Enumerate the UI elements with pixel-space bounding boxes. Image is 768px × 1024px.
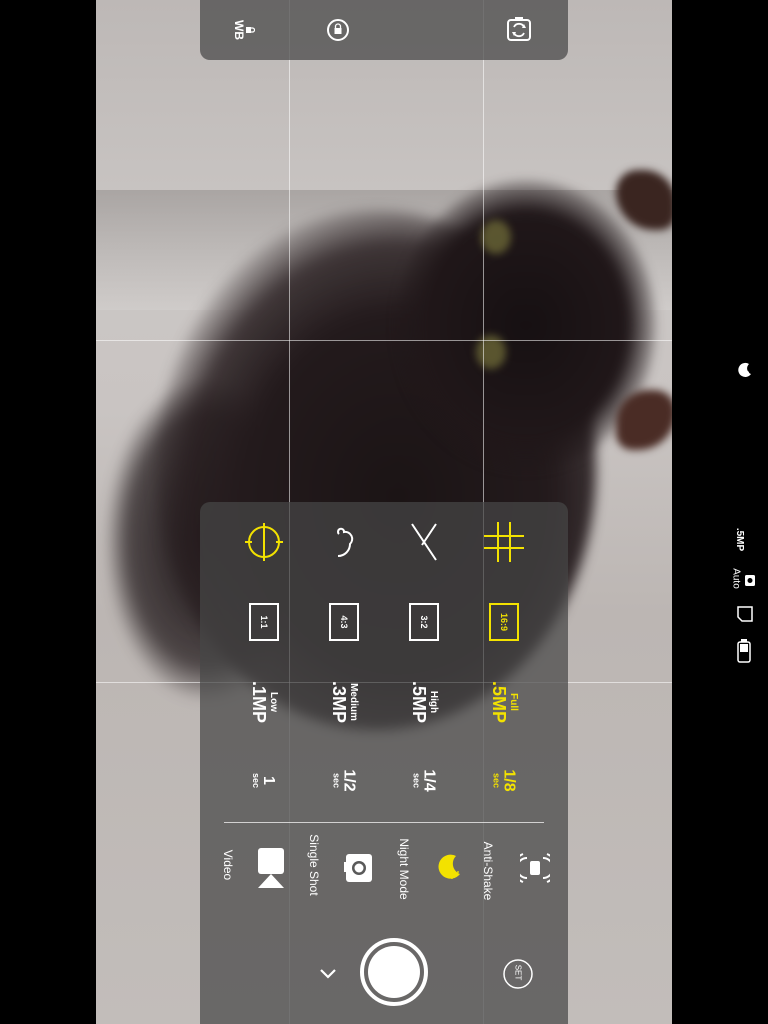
flip-camera-button[interactable] [504, 14, 534, 44]
status-resolution: .5MP [734, 527, 746, 552]
aspect-1-1-button[interactable]: 1:1 [224, 602, 304, 642]
mode-anti-shake-button[interactable]: Anti-Shake [470, 838, 560, 918]
moon-sun-icon [438, 854, 460, 879]
wb-label: WB [232, 20, 247, 40]
resolution-medium-button[interactable]: Medium .3MP [304, 680, 384, 724]
settings-panel: 1:1 4:3 3:2 16:9 Low .1MP Medium .3MP Hi… [200, 502, 568, 1024]
cat-eye [481, 220, 511, 254]
timer-1-button[interactable]: 1 sec [224, 760, 304, 800]
status-bar: .5MP Auto [672, 0, 768, 1024]
top-toolbar: WB [200, 0, 568, 60]
aspect-4-3-button[interactable]: 4:3 [304, 602, 384, 642]
aspect-label: 3:2 [409, 603, 439, 641]
resolution-quality: Medium [347, 683, 359, 721]
diagonal-icon [411, 523, 437, 561]
mode-label: Anti-Shake [481, 841, 495, 901]
camera-icon [344, 854, 372, 882]
timer-1-8-button[interactable]: 1/8 sec [464, 760, 544, 800]
shutter-icon [360, 938, 428, 1006]
guide-center-button[interactable] [224, 522, 304, 562]
timer-value: 1/2 [340, 768, 358, 792]
resolution-value: .5MP [488, 680, 509, 724]
lock-icon [246, 27, 256, 33]
resolution-value: .1MP [248, 680, 269, 724]
timer-unit: sec [491, 772, 502, 788]
grid-icon [484, 522, 524, 562]
settings-label: SET [513, 964, 523, 981]
panel-divider [224, 822, 544, 823]
aspect-label: 1:1 [249, 603, 279, 641]
guide-diagonal-button[interactable] [384, 522, 464, 562]
camera-icon [745, 575, 755, 586]
video-camera-icon [258, 848, 284, 888]
settings-button[interactable]: SET [502, 958, 534, 990]
mode-label: Video [221, 849, 235, 881]
guide-spiral-button[interactable] [304, 522, 384, 562]
timer-value: 1/8 [500, 768, 518, 792]
mode-video-button[interactable]: Video [221, 838, 310, 918]
crosshair-icon [245, 523, 283, 561]
cat-ear [616, 390, 672, 450]
spiral-icon [337, 527, 354, 557]
mode-night-button[interactable]: Night Mode [390, 838, 470, 918]
exposure-lock-button[interactable] [326, 18, 350, 42]
resolution-high-button[interactable]: High .5MP [384, 680, 464, 724]
grid-line [96, 340, 672, 341]
resolution-value: .3MP [328, 680, 349, 724]
aspect-label: 16:9 [489, 603, 519, 641]
resolution-full-button[interactable]: Full .5MP [464, 680, 544, 724]
aspect-3-2-button[interactable]: 3:2 [384, 602, 464, 642]
vibration-icon [520, 853, 550, 883]
moon-sun-icon [738, 362, 751, 377]
timer-unit: sec [331, 772, 342, 788]
aspect-label: 4:3 [329, 603, 359, 641]
resolution-low-button[interactable]: Low .1MP [224, 680, 304, 724]
resolution-value: .5MP [408, 680, 429, 724]
flip-camera-icon [507, 17, 531, 41]
timer-value: 1/4 [420, 768, 438, 792]
timer-unit: sec [411, 772, 422, 788]
aspect-16-9-button[interactable]: 16:9 [464, 602, 544, 642]
timer-value: 1 [260, 775, 278, 785]
lock-circle-icon [327, 19, 349, 41]
resolution-quality: Full [507, 693, 519, 711]
timer-1-2-button[interactable]: 1/2 sec [304, 760, 384, 800]
guide-grid-button[interactable] [464, 522, 544, 562]
mode-label: Night Mode [397, 838, 411, 900]
mode-single-shot-button[interactable]: Single Shot [307, 834, 390, 918]
timer-1-4-button[interactable]: 1/4 sec [384, 760, 464, 800]
shutter-button[interactable] [360, 938, 428, 1006]
mode-label: Single Shot [307, 834, 321, 896]
timer-unit: sec [251, 772, 262, 788]
status-camera-mode: Auto [730, 568, 760, 590]
battery-icon [737, 639, 751, 663]
collapse-panel-button[interactable] [316, 962, 340, 986]
status-mode-label: Auto [730, 568, 742, 589]
resolution-quality: High [427, 690, 439, 714]
chevron-down-icon [320, 969, 336, 979]
white-balance-button[interactable]: WB [232, 16, 256, 44]
sd-card-icon [737, 606, 753, 622]
resolution-quality: Low [267, 691, 279, 712]
